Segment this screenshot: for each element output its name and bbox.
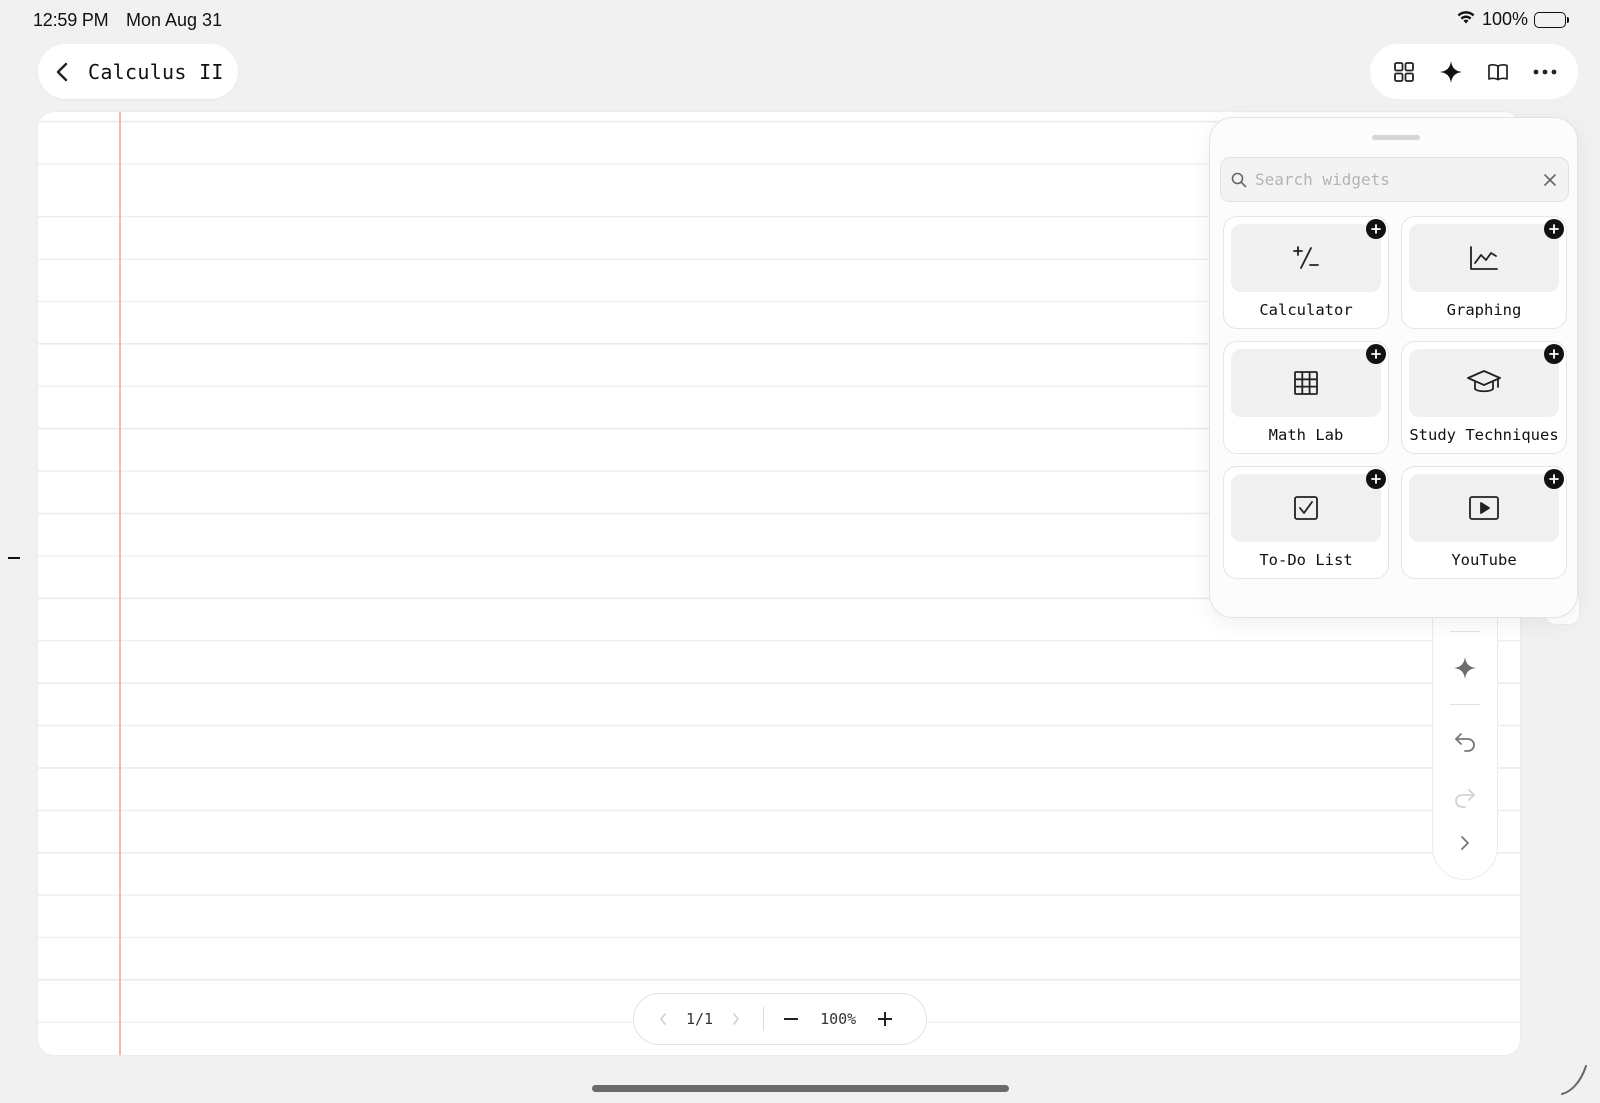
widget-calculator[interactable]: Calculator xyxy=(1223,216,1389,329)
ai-button[interactable] xyxy=(1431,52,1471,92)
graduation-cap-icon xyxy=(1467,370,1501,393)
undo-icon xyxy=(1455,733,1475,752)
widget-search xyxy=(1220,157,1569,202)
sparkle-icon xyxy=(1439,60,1462,83)
widget-label: Math Lab xyxy=(1268,426,1344,444)
divider xyxy=(1450,631,1480,632)
redo-icon xyxy=(1455,789,1475,808)
add-widget-button[interactable] xyxy=(1544,219,1564,239)
widget-youtube[interactable]: YouTube xyxy=(1401,466,1567,579)
divider xyxy=(1450,704,1480,705)
divider xyxy=(763,1007,765,1031)
plus-icon xyxy=(878,1012,893,1026)
plus-icon xyxy=(1371,224,1381,234)
plus-icon xyxy=(1371,349,1381,359)
add-widget-button[interactable] xyxy=(1366,469,1386,489)
edge-handle[interactable] xyxy=(8,557,20,559)
zoom-level: 100% xyxy=(820,1010,857,1028)
sparkle-icon xyxy=(1454,657,1476,679)
ellipsis-icon xyxy=(1533,69,1556,74)
page-controls: 1/1 100% xyxy=(633,993,927,1045)
redo-button[interactable] xyxy=(1443,775,1487,819)
widgets-button[interactable] xyxy=(1384,52,1424,92)
widget-grid: Calculator Graphing Math Lab Study Techn… xyxy=(1223,216,1568,579)
margin-line xyxy=(119,112,121,1055)
undo-button[interactable] xyxy=(1443,719,1487,763)
status-indicators: 100% xyxy=(1456,9,1569,30)
line-chart-icon xyxy=(1470,246,1498,270)
widget-panel: Calculator Graphing Math L xyxy=(1209,117,1578,618)
notebook-title-bar: Calculus II xyxy=(38,44,238,99)
widget-label: Graphing xyxy=(1446,301,1522,319)
play-icon xyxy=(1469,496,1499,520)
widget-label: Calculator xyxy=(1259,301,1353,319)
plus-icon xyxy=(1549,349,1559,359)
read-mode-button[interactable] xyxy=(1478,52,1518,92)
plus-icon xyxy=(1371,474,1381,484)
prev-page-button[interactable] xyxy=(648,1004,678,1034)
add-widget-button[interactable] xyxy=(1544,344,1564,364)
wifi-icon xyxy=(1456,9,1476,30)
battery-icon xyxy=(1534,11,1569,28)
plus-minus-icon xyxy=(1293,246,1319,269)
add-widget-button[interactable] xyxy=(1366,219,1386,239)
home-indicator[interactable] xyxy=(592,1085,1009,1092)
page-indicator: 1/1 xyxy=(686,1010,714,1028)
search-icon xyxy=(1231,172,1247,187)
widget-todo-list[interactable]: To-Do List xyxy=(1223,466,1389,579)
battery-percent: 100% xyxy=(1481,9,1528,29)
table-grid-icon xyxy=(1294,371,1318,395)
status-time: 12:59 PM xyxy=(33,10,109,30)
back-button[interactable] xyxy=(54,61,70,83)
widget-study-techniques[interactable]: Study Techniques xyxy=(1401,341,1567,454)
checkbox-icon xyxy=(1294,496,1318,520)
zoom-out-button[interactable] xyxy=(776,1004,806,1034)
search-input[interactable] xyxy=(1255,170,1536,189)
panel-grabber[interactable] xyxy=(1372,135,1420,140)
plus-icon xyxy=(1549,224,1559,234)
zoom-in-button[interactable] xyxy=(870,1004,900,1034)
ai-tool-button[interactable] xyxy=(1443,646,1487,690)
widget-label: Study Techniques xyxy=(1409,426,1559,444)
chevron-right-icon xyxy=(1461,836,1469,850)
page-title[interactable]: Calculus II xyxy=(88,60,224,84)
chevron-right-icon xyxy=(733,1013,739,1025)
add-widget-button[interactable] xyxy=(1366,344,1386,364)
add-widget-button[interactable] xyxy=(1544,469,1564,489)
close-icon[interactable] xyxy=(1544,173,1556,186)
more-button[interactable] xyxy=(1525,52,1565,92)
status-date: Mon Aug 31 xyxy=(126,10,223,30)
collapse-toolbar-button[interactable] xyxy=(1443,821,1487,865)
widget-label: YouTube xyxy=(1451,551,1517,569)
widget-graphing[interactable]: Graphing xyxy=(1401,216,1567,329)
plus-icon xyxy=(1549,474,1559,484)
widget-label: To-Do List xyxy=(1259,551,1353,569)
widget-math-lab[interactable]: Math Lab xyxy=(1223,341,1389,454)
chevron-left-icon xyxy=(660,1013,666,1025)
top-toolbar xyxy=(1370,44,1578,99)
next-page-button[interactable] xyxy=(721,1004,751,1034)
book-icon xyxy=(1487,63,1508,80)
pencil-corner-icon[interactable] xyxy=(1560,1062,1590,1096)
chevron-left-icon xyxy=(56,62,68,81)
grid-icon xyxy=(1393,61,1414,82)
minus-icon xyxy=(784,1018,799,1020)
